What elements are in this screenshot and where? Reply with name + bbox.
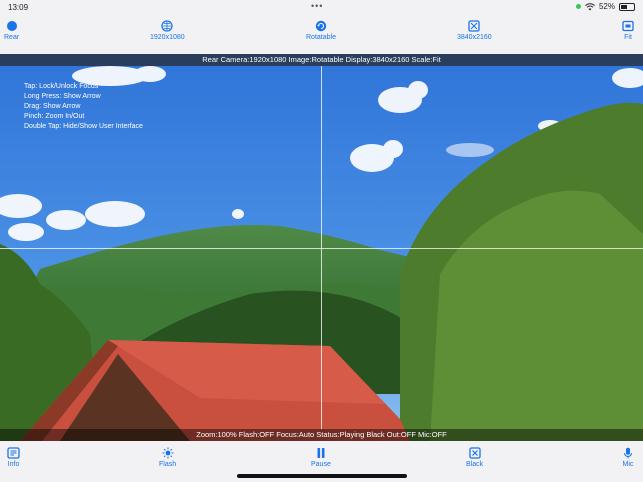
- rotatable-label: Rotatable: [306, 34, 336, 41]
- black-button[interactable]: Black: [466, 447, 483, 468]
- display-button[interactable]: 3840x2160: [457, 20, 492, 41]
- flash-label: Flash: [159, 461, 177, 468]
- fit-button[interactable]: Fit: [622, 20, 634, 41]
- display-label: 3840x2160: [457, 34, 492, 41]
- camera-status-line: Zoom:100% Flash:OFF Focus:Auto Status:Pl…: [0, 429, 643, 441]
- battery-icon: [619, 2, 635, 11]
- mic-icon: [624, 447, 632, 459]
- help-line: Tap: Lock/Unlock Focus: [24, 83, 99, 90]
- black-label: Black: [466, 461, 484, 468]
- info-label: Info: [7, 461, 20, 468]
- wifi-icon: [585, 2, 595, 10]
- display-icon: [468, 20, 480, 32]
- status-time: 13:09: [8, 3, 29, 12]
- pause-button[interactable]: Pause: [311, 447, 331, 468]
- multitasking-dots-icon[interactable]: •••: [311, 1, 323, 11]
- help-line: Pinch: Zoom In/Out: [24, 113, 85, 120]
- grid-circle-icon: [161, 20, 173, 32]
- resolution-label: 1920x1080: [150, 34, 185, 41]
- rear-button[interactable]: Rear: [4, 20, 19, 41]
- grid-line-horizontal: [0, 248, 643, 249]
- black-icon: [468, 447, 481, 459]
- battery-fill: [621, 4, 628, 9]
- fit-icon: [622, 20, 634, 32]
- status-bar: 13:09 ••• 52%: [0, 0, 643, 14]
- mic-button[interactable]: Mic: [622, 447, 634, 468]
- help-line: Long Press: Show Arrow: [24, 93, 101, 100]
- circle-icon: [6, 21, 17, 31]
- top-toolbar: Rear 1920x1080 Rotatable 3840x2160 Fit: [0, 14, 643, 54]
- gesture-help: Tap: Lock/Unlock Focus Long Press: Show …: [24, 82, 143, 132]
- pause-icon: [317, 448, 325, 458]
- pause-label: Pause: [311, 461, 331, 468]
- fit-label: Fit: [624, 34, 632, 41]
- battery-percent: 52%: [598, 2, 615, 11]
- sun-icon: [162, 447, 174, 459]
- resolution-button[interactable]: 1920x1080: [150, 20, 185, 41]
- rear-label: Rear: [4, 34, 20, 41]
- camera-info-bar: Rear Camera:1920x1080 Image:Rotatable Di…: [0, 54, 643, 66]
- rotatable-button[interactable]: Rotatable: [306, 20, 336, 41]
- rotate-icon: [315, 20, 327, 32]
- info-icon: [7, 447, 20, 459]
- home-indicator[interactable]: [237, 474, 407, 478]
- status-right: 52%: [575, 2, 635, 11]
- camera-indicator-icon: [575, 4, 581, 9]
- help-line: Drag: Show Arrow: [24, 103, 81, 110]
- app-screen: 13:09 ••• 52% Rear 1920x1080 Rotatable 3…: [0, 0, 643, 482]
- flash-button[interactable]: Flash: [159, 447, 176, 468]
- info-button[interactable]: Info: [7, 447, 20, 468]
- help-line: Double Tap: Hide/Show User Interface: [24, 123, 143, 130]
- mic-label: Mic: [622, 461, 634, 468]
